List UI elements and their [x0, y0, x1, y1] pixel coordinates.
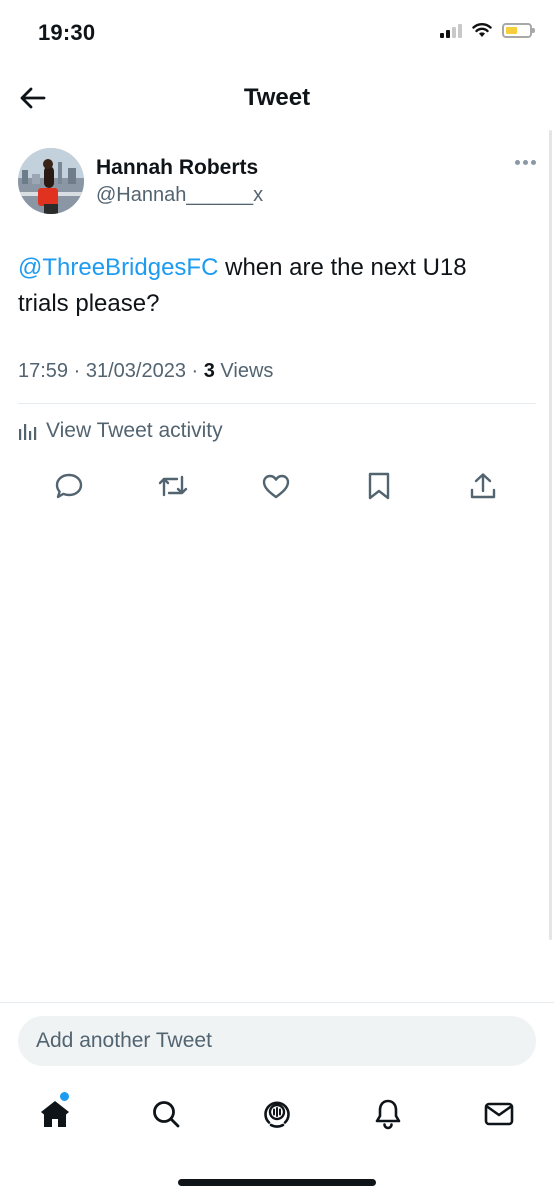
reply-icon — [55, 473, 83, 499]
status-bar: 19:30 — [0, 0, 554, 60]
share-button[interactable] — [461, 466, 505, 506]
views-label: Views — [220, 360, 274, 382]
author-handle[interactable]: @Hannah______x — [96, 184, 263, 207]
bookmark-icon — [368, 472, 390, 500]
notifications-icon — [375, 1099, 401, 1130]
tab-messages[interactable] — [471, 1086, 527, 1142]
battery-icon — [502, 22, 535, 38]
reply-button[interactable] — [47, 466, 91, 506]
author-name[interactable]: Hannah Roberts — [96, 156, 258, 180]
spaces-icon — [264, 1101, 290, 1128]
bottom-tab-bar — [0, 1086, 554, 1142]
tab-search[interactable] — [138, 1086, 194, 1142]
mention-link[interactable]: @ThreeBridgesFC — [18, 254, 218, 281]
compose-placeholder: Add another Tweet — [36, 1029, 212, 1052]
avatar-image — [18, 148, 84, 214]
like-button[interactable] — [254, 466, 298, 506]
tweet-date: 31/03/2023 — [85, 360, 186, 382]
page-title: Tweet — [243, 84, 311, 111]
divider — [18, 403, 536, 404]
search-icon — [153, 1101, 180, 1128]
tab-spaces[interactable] — [249, 1086, 305, 1142]
scrollbar[interactable] — [549, 130, 552, 940]
analytics-icon — [19, 424, 37, 440]
avatar[interactable] — [18, 148, 84, 214]
retweet-button[interactable] — [151, 466, 195, 506]
messages-icon — [484, 1102, 514, 1126]
views-count: 3 — [203, 360, 215, 382]
view-tweet-activity-link[interactable]: View Tweet activity — [18, 419, 223, 443]
activity-label: View Tweet activity — [46, 419, 223, 442]
home-indicator[interactable] — [178, 1179, 376, 1186]
tweet-header: Tweet — [0, 70, 554, 126]
add-tweet-input[interactable]: Add another Tweet — [18, 1016, 536, 1066]
tweet-text: @ThreeBridgesFC when are the next U18 tr… — [18, 250, 518, 322]
tab-home[interactable] — [27, 1086, 83, 1142]
tweet-actions — [0, 466, 554, 510]
divider — [0, 1002, 554, 1003]
tweet-meta: 17:59 · 31/03/2023 · 3 Views — [18, 360, 274, 382]
tweet-time: 17:59 — [18, 360, 69, 382]
notification-dot — [58, 1090, 71, 1103]
tab-notifications[interactable] — [360, 1086, 416, 1142]
wifi-icon — [472, 23, 492, 37]
status-time: 19:30 — [38, 20, 96, 45]
retweet-icon — [158, 475, 188, 497]
tweet-author: Hannah Roberts @Hannah______x — [18, 148, 536, 218]
like-icon — [262, 474, 290, 499]
cellular-signal-icon — [440, 22, 462, 38]
more-options-button[interactable] — [515, 160, 536, 165]
bookmark-button[interactable] — [357, 466, 401, 506]
share-icon — [470, 473, 496, 499]
status-icons — [440, 22, 535, 38]
more-dots-icon — [515, 160, 520, 165]
